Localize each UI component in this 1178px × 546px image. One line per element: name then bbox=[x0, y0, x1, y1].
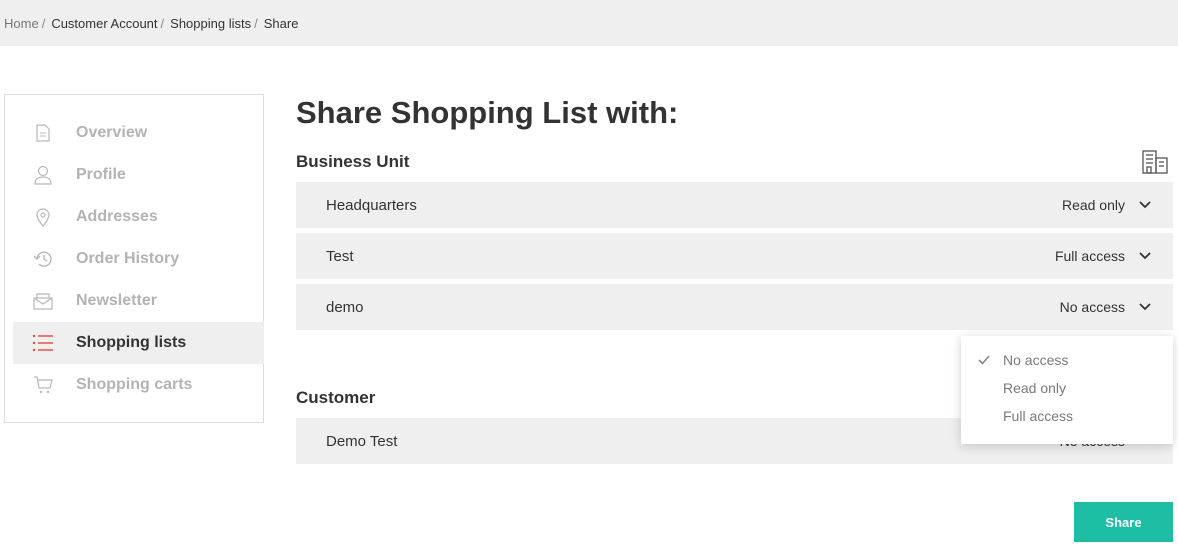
sidebar-item-overview[interactable]: Overview bbox=[13, 112, 264, 154]
cart-icon bbox=[32, 374, 54, 396]
sidebar-item-label: Profile bbox=[76, 166, 126, 183]
permission-select-value[interactable]: Read only bbox=[1062, 197, 1125, 213]
business-unit-building-icon bbox=[1141, 148, 1169, 176]
dropdown-option-label: Read only bbox=[1003, 380, 1067, 396]
customer-heading: Customer bbox=[296, 388, 376, 407]
permission-select-value[interactable]: No access bbox=[1060, 299, 1125, 315]
breadcrumb-shopping-lists[interactable]: Shopping lists bbox=[170, 16, 251, 31]
checkmark-icon bbox=[978, 355, 994, 365]
sidebar-item-shopping-carts[interactable]: Shopping carts bbox=[13, 364, 264, 406]
chevron-down-icon[interactable] bbox=[1138, 300, 1152, 314]
business-unit-name: Headquarters bbox=[326, 196, 417, 214]
sidebar-item-profile[interactable]: Profile bbox=[13, 154, 264, 196]
breadcrumb-customer-account[interactable]: Customer Account bbox=[51, 16, 157, 31]
sidebar-item-addresses[interactable]: Addresses bbox=[13, 196, 264, 238]
business-unit-heading: Business Unit bbox=[296, 152, 410, 171]
breadcrumb-separator: / bbox=[41, 15, 46, 31]
business-unit-name: Test bbox=[326, 247, 354, 265]
dropdown-option-label: No access bbox=[1003, 352, 1069, 368]
breadcrumb-separator: / bbox=[254, 15, 258, 31]
dropdown-option-label: Full access bbox=[1003, 408, 1074, 424]
dropdown-option-no-access[interactable]: No access bbox=[961, 346, 1173, 374]
sidebar-item-order-history[interactable]: Order History bbox=[13, 238, 264, 280]
user-icon bbox=[32, 164, 54, 186]
history-icon bbox=[32, 248, 54, 270]
sidebar-item-label: Newsletter bbox=[76, 292, 157, 309]
breadcrumb: Home / Customer Account / Shopping lists… bbox=[0, 0, 1178, 46]
sidebar-item-label: Shopping lists bbox=[76, 334, 187, 351]
sidebar-item-label: Shopping carts bbox=[76, 376, 193, 393]
sidebar-item-label: Order History bbox=[76, 250, 180, 267]
sidebar-item-label: Addresses bbox=[76, 208, 158, 225]
breadcrumb-home[interactable]: Home bbox=[4, 16, 39, 31]
business-unit-row-test[interactable]: Test Full access bbox=[296, 233, 1173, 279]
page-title: Share Shopping List with: bbox=[296, 95, 679, 130]
sidebar-item-newsletter[interactable]: Newsletter bbox=[13, 280, 264, 322]
business-unit-row-headquarters[interactable]: Headquarters Read only bbox=[296, 182, 1173, 228]
permission-dropdown-menu: No access Read only Full access bbox=[961, 336, 1173, 444]
breadcrumb-separator: / bbox=[160, 15, 165, 31]
sidebar-item-shopping-lists[interactable]: Shopping lists bbox=[13, 322, 264, 364]
document-icon bbox=[32, 122, 54, 144]
sidebar-item-label: Overview bbox=[76, 124, 148, 141]
business-unit-row-demo[interactable]: demo No access bbox=[296, 284, 1173, 330]
share-button[interactable]: Share bbox=[1074, 502, 1173, 542]
breadcrumb-share: Share bbox=[263, 15, 299, 31]
permission-select-value[interactable]: Full access bbox=[1055, 248, 1125, 264]
account-sidebar: Overview Profile Addresses Order History… bbox=[4, 94, 264, 423]
business-unit-name: demo bbox=[326, 298, 364, 316]
dropdown-option-full-access[interactable]: Full access bbox=[961, 402, 1173, 430]
customer-name: Demo Test bbox=[326, 432, 398, 450]
chevron-down-icon[interactable] bbox=[1138, 249, 1152, 263]
location-pin-icon bbox=[32, 206, 54, 228]
chevron-down-icon[interactable] bbox=[1138, 198, 1152, 212]
envelope-icon bbox=[32, 290, 54, 312]
dropdown-option-read-only[interactable]: Read only bbox=[961, 374, 1173, 402]
list-icon bbox=[32, 332, 54, 354]
